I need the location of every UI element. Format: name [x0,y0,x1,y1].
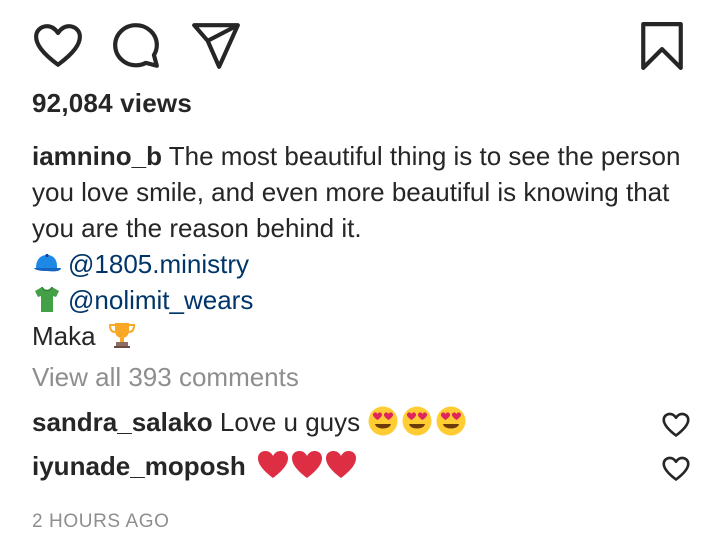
comment-row: sandra_salako Love u guys [32,405,690,445]
caption-username[interactable]: iamnino_b [32,141,162,171]
post-timestamp: 2 HOURS AGO [32,511,170,532]
caption-body: iamnino_b The most beautiful thing is to… [32,138,682,246]
bookmark-icon [641,22,683,70]
trophy-icon [108,323,135,348]
comment-text: Love u guys [219,407,361,437]
caption-last-line: Maka [32,321,96,351]
share-icon [192,23,240,69]
cap-icon [34,253,61,272]
comment-like-button[interactable] [662,411,690,439]
comment-row: iyunade_moposh [32,449,690,489]
heart-eyes-emoji [402,406,432,436]
heart-icon [662,412,690,437]
heart-eyes-emoji [368,406,398,436]
comment-username[interactable]: sandra_salako [32,407,213,437]
view-all-comments-link[interactable]: View all 393 comments [32,362,299,393]
post-caption: iamnino_b The most beautiful thing is to… [32,138,682,354]
red-heart-emoji [326,451,357,478]
red-heart-emoji [258,451,289,478]
mention-nolimit-wears[interactable]: @nolimit_wears [68,285,253,315]
tshirt-icon [35,286,59,312]
comment-username[interactable]: iyunade_moposh [32,451,246,481]
view-count[interactable]: 92,084 views [32,88,192,119]
caption-line-cap: @1805.ministry [32,246,682,282]
mention-1805-ministry[interactable]: @1805.ministry [68,249,249,279]
like-button[interactable] [30,18,86,74]
comment-icon [113,23,159,68]
caption-line-tshirt: @nolimit_wears [32,282,682,318]
heart-icon [34,24,82,67]
comment-emojis [360,406,469,437]
action-bar [30,18,690,74]
comment-emojis [257,451,359,481]
heart-icon [662,456,690,481]
comment-button[interactable] [108,18,164,74]
red-heart-emoji [292,451,323,478]
save-button[interactable] [634,18,690,74]
heart-eyes-emoji [436,406,466,436]
comment-like-button[interactable] [662,455,690,483]
share-button[interactable] [188,18,244,74]
caption-line-trophy: Maka [32,318,682,354]
